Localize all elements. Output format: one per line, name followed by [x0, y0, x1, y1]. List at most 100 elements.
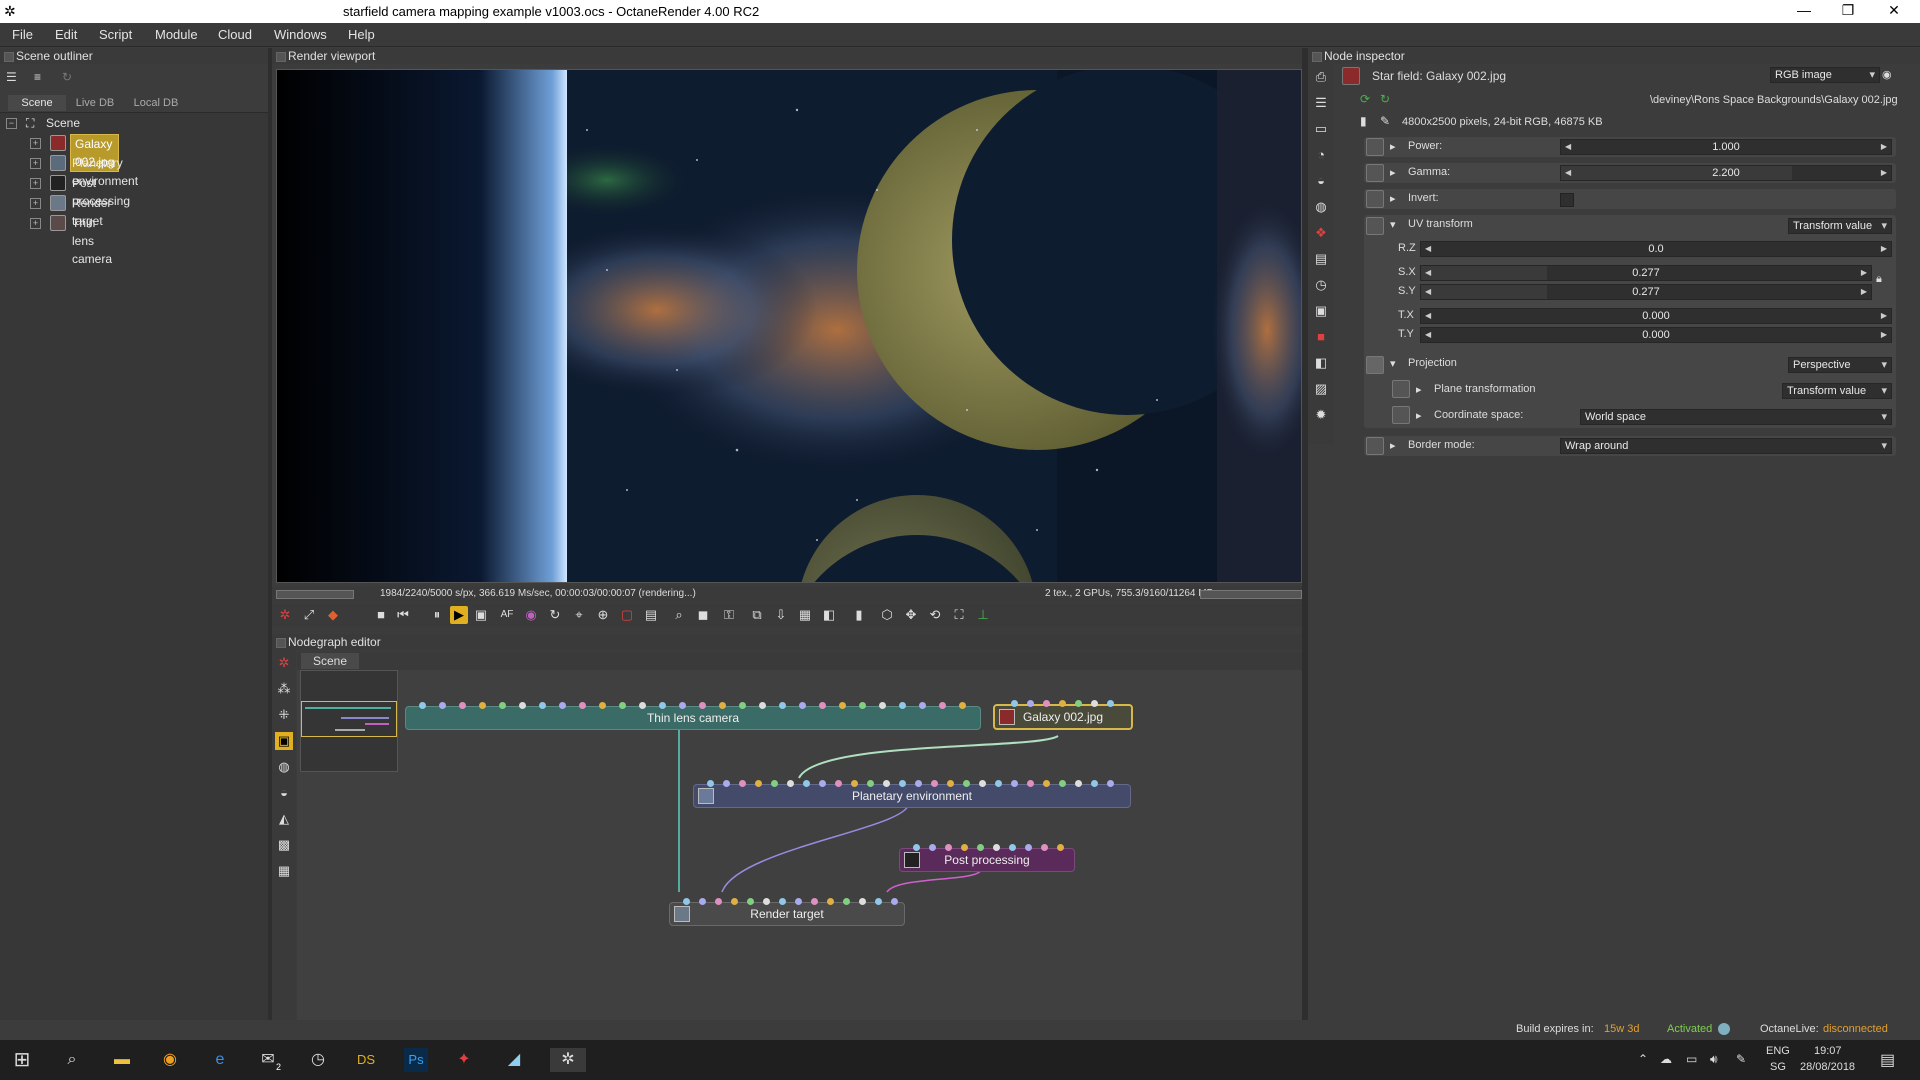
collapse-arrow-icon[interactable]: ▾ [1390, 218, 1396, 231]
node-pin[interactable] [851, 780, 858, 787]
grid-icon[interactable]: ▦ [275, 862, 293, 880]
node-pin[interactable] [1107, 780, 1114, 787]
node-pin[interactable] [1059, 780, 1066, 787]
zoom-icon[interactable]: ⌕ [670, 606, 688, 624]
tab-local-db[interactable]: Local DB [124, 95, 188, 111]
increment-arrow-icon[interactable]: ▶ [1881, 328, 1887, 342]
expand-icon[interactable]: + [30, 198, 41, 209]
box-icon[interactable]: ⬡ [878, 606, 896, 624]
node-post-processing[interactable]: Post processing [899, 848, 1075, 872]
transform-icon[interactable] [1392, 380, 1410, 398]
node-type-dropdown[interactable]: RGB image [1770, 67, 1880, 83]
octane-logo-icon[interactable]: ✲ [276, 606, 294, 624]
node-pin[interactable] [947, 780, 954, 787]
node-thin-lens-camera[interactable]: Thin lens camera [405, 706, 981, 730]
copy-icon[interactable]: ⧉ [748, 606, 766, 624]
projection-mode-dropdown[interactable]: Perspective [1788, 357, 1892, 373]
clock-icon[interactable]: ◷ [1312, 276, 1330, 294]
expand-icon[interactable]: + [30, 158, 41, 169]
menu-file[interactable]: File [12, 27, 33, 42]
expand-icon[interactable]: + [30, 138, 41, 149]
windows-start-icon[interactable]: ⊞ [10, 1048, 34, 1072]
node-pin[interactable] [1043, 780, 1050, 787]
volume-icon[interactable]: 🔊︎ [1710, 1052, 1718, 1067]
layers-icon[interactable]: ▦ [796, 606, 814, 624]
expand-icon[interactable]: + [30, 218, 41, 229]
environment-node-icon[interactable]: ◒ [275, 784, 293, 802]
node-pin[interactable] [891, 898, 898, 905]
octane-node-icon[interactable]: ✲ [275, 654, 293, 672]
tx-slider[interactable]: ◀ 0.000 ▶ [1420, 308, 1892, 324]
float-texture-icon[interactable] [1366, 138, 1384, 156]
network-icon[interactable]: ▭ [1686, 1052, 1697, 1066]
node-pin[interactable] [639, 702, 646, 709]
daz-studio-icon[interactable]: DS [354, 1048, 378, 1072]
window-icon[interactable]: ▭ [1312, 120, 1330, 138]
expand-arrow-icon[interactable]: ▸ [1416, 383, 1422, 396]
node-pin[interactable] [723, 780, 730, 787]
clay-icon[interactable]: ▮ [850, 606, 868, 624]
node-pin[interactable] [699, 702, 706, 709]
clock-date[interactable]: 28/08/2018 [1800, 1061, 1855, 1073]
restart-icon[interactable]: ⏮ [394, 606, 412, 624]
node-pin[interactable] [899, 780, 906, 787]
notification-icon[interactable]: ▤ [1880, 1050, 1895, 1070]
octane-taskbar-icon[interactable]: ✲ [550, 1048, 586, 1072]
tab-scene[interactable]: Scene [8, 95, 66, 111]
node-pin[interactable] [795, 898, 802, 905]
node-pin[interactable] [915, 780, 922, 787]
node-pin[interactable] [977, 844, 984, 851]
image-icon[interactable]: ▣ [1312, 302, 1330, 320]
plane-transform-dropdown[interactable]: Transform value [1782, 383, 1892, 399]
film-icon[interactable]: ▤ [1312, 250, 1330, 268]
node-pin[interactable] [755, 780, 762, 787]
graph-icon[interactable]: ⁜ [275, 706, 293, 724]
node-pin[interactable] [1009, 844, 1016, 851]
node-pin[interactable] [803, 780, 810, 787]
node-pin[interactable] [519, 702, 526, 709]
node-pin[interactable] [799, 702, 806, 709]
region-indicator[interactable]: SG [1770, 1061, 1786, 1073]
onedrive-icon[interactable]: ☁ [1660, 1052, 1672, 1066]
node-pin[interactable] [1025, 844, 1032, 851]
color-node-icon[interactable]: ❖ [1312, 224, 1330, 242]
node-pin[interactable] [899, 702, 906, 709]
ty-slider[interactable]: ◀ 0.000 ▶ [1420, 327, 1892, 343]
stop-icon[interactable]: ■ [372, 606, 390, 624]
orbit-icon[interactable]: ⟲ [926, 606, 944, 624]
decrement-arrow-icon[interactable]: ◀ [1425, 285, 1431, 299]
outliner-refresh-icon[interactable]: ↻ [62, 70, 72, 84]
node-pin[interactable] [929, 844, 936, 851]
node-pin[interactable] [559, 702, 566, 709]
display-icon[interactable]: ▣ [472, 606, 490, 624]
pick-icon[interactable]: ⌖ [570, 606, 588, 624]
node-pin[interactable] [859, 898, 866, 905]
node-pin[interactable] [747, 898, 754, 905]
node-pin[interactable] [1107, 700, 1114, 707]
reload-icon[interactable]: ⟳ [1360, 92, 1370, 106]
focus-icon[interactable]: ⊕ [594, 606, 612, 624]
red-cube-icon[interactable]: ■ [1312, 328, 1330, 346]
environment-tab-icon[interactable]: ◒ [1312, 172, 1330, 190]
node-pin[interactable] [1059, 700, 1066, 707]
node-pin[interactable] [913, 844, 920, 851]
projection-icon[interactable] [1366, 356, 1384, 374]
invert-checkbox[interactable] [1560, 193, 1574, 207]
node-pin[interactable] [539, 702, 546, 709]
node-pin[interactable] [1075, 780, 1082, 787]
node-pin[interactable] [739, 702, 746, 709]
nodes-icon[interactable]: ⁂ [275, 680, 293, 698]
node-pin[interactable] [499, 702, 506, 709]
node-pin[interactable] [579, 702, 586, 709]
chrome-icon[interactable]: ◉ [158, 1048, 182, 1072]
camera-node-icon[interactable]: ◔ [1312, 146, 1330, 164]
node-pin[interactable] [739, 780, 746, 787]
enum-icon[interactable] [1366, 437, 1384, 455]
decrement-arrow-icon[interactable]: ◀ [1425, 309, 1431, 323]
node-pin[interactable] [867, 780, 874, 787]
menu-script[interactable]: Script [99, 27, 132, 42]
node-pin[interactable] [759, 702, 766, 709]
node-pin[interactable] [995, 780, 1002, 787]
node-pin[interactable] [979, 780, 986, 787]
node-pin[interactable] [959, 702, 966, 709]
